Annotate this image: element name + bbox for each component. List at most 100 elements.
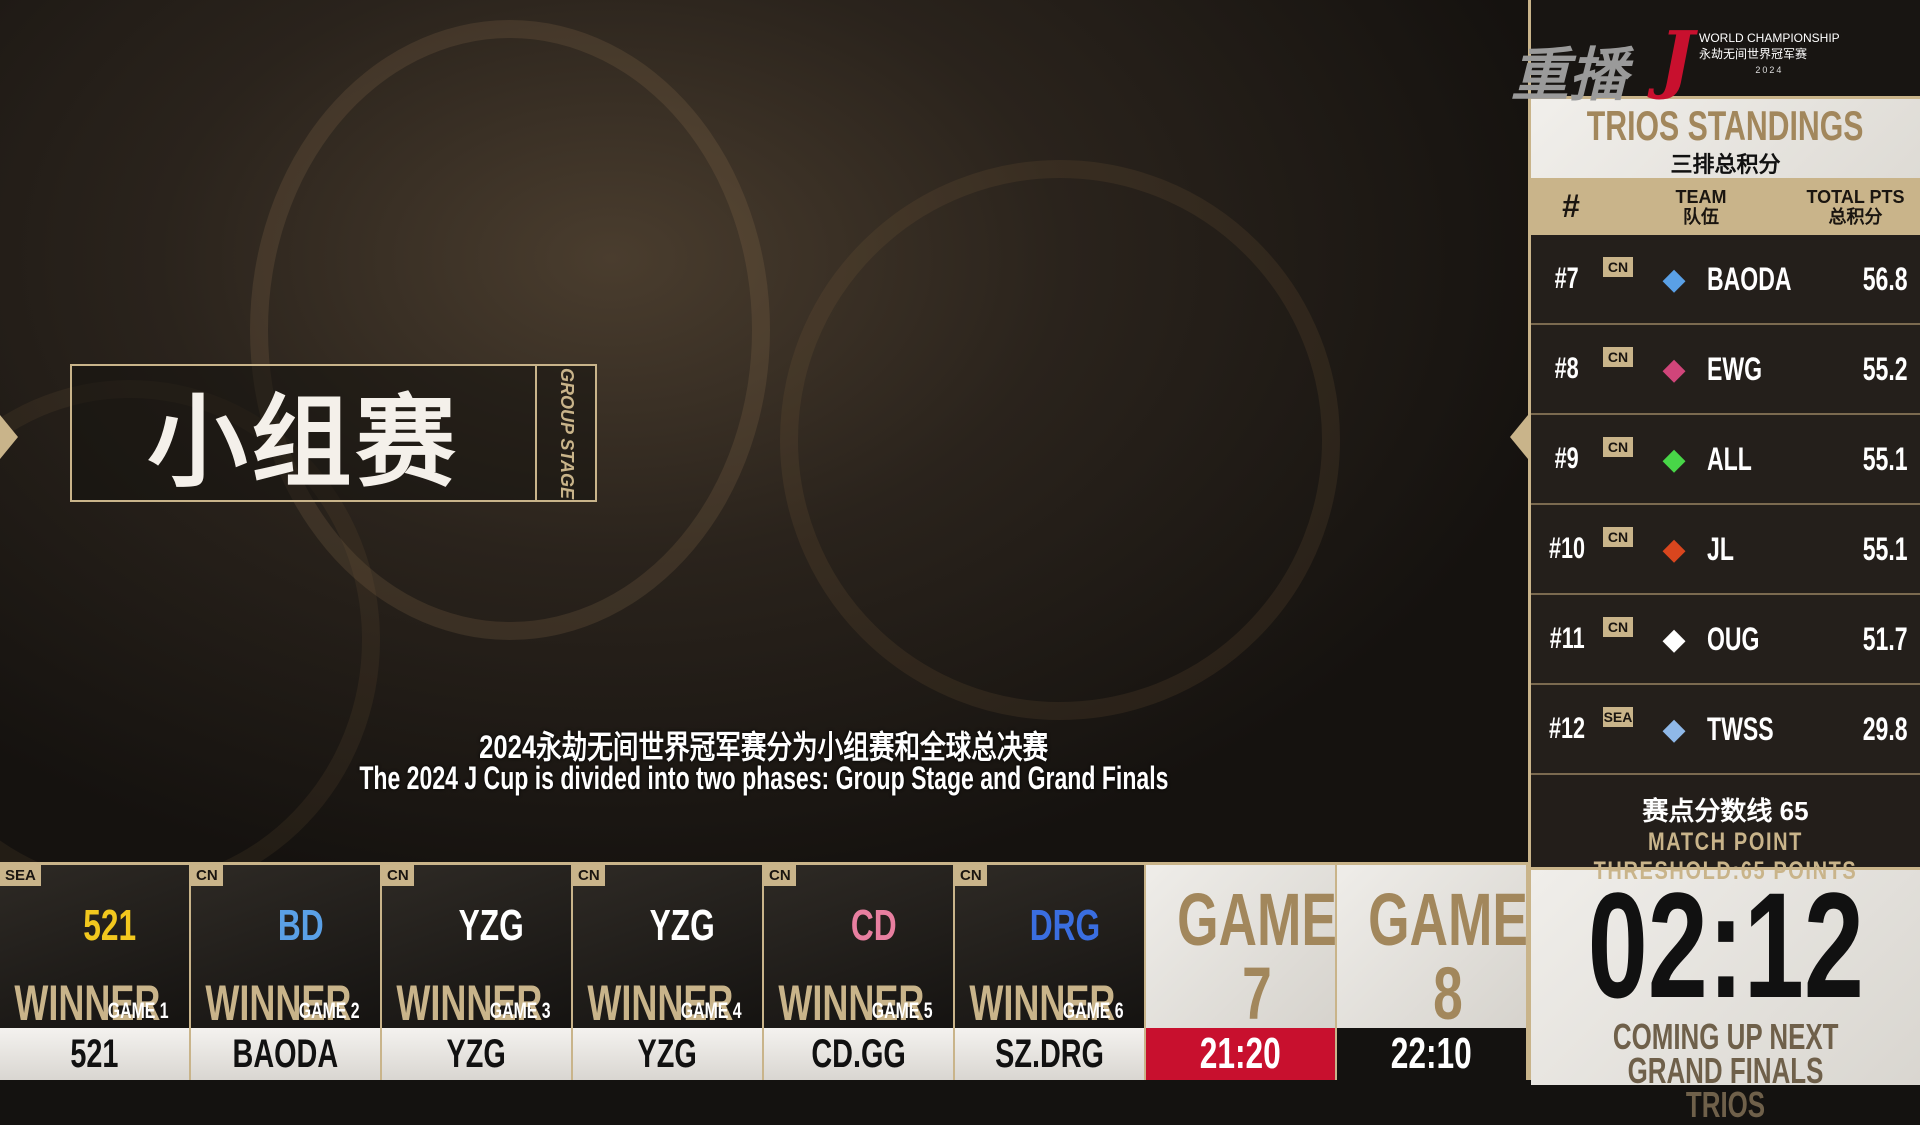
standings-row: #8 CN ◆ EWG 55.2 <box>1531 325 1920 415</box>
countdown-box: 02:12 COMING UP NEXT GRAND FINALS TRIOS <box>1531 861 1920 1123</box>
winner-team: SZ.DRG <box>995 1031 1104 1076</box>
team-points: 29.8 <box>1863 710 1908 747</box>
jcup-logo-icon: J <box>1659 16 1695 102</box>
rank: #10 <box>1548 532 1586 565</box>
team-logo-icon: DRG <box>1029 901 1100 950</box>
standings-header: # TEAM 队伍 TOTAL PTS 总积分 <box>1531 178 1920 235</box>
game-label: GAME 6 <box>1062 998 1124 1023</box>
winner-team: CD.GG <box>811 1031 906 1076</box>
game-label: GAME 3 <box>489 998 551 1023</box>
replay-label: 重播 <box>1511 43 1628 108</box>
team-logo-icon: ◆ <box>1662 622 1686 656</box>
region-badge: CN <box>573 865 605 886</box>
standings-row: #12 SEA ◆ TWSS 29.8 <box>1531 685 1920 775</box>
team-logo-icon: YZG <box>649 901 716 950</box>
col-rank: # <box>1562 188 1580 224</box>
region-badge: CN <box>1603 527 1633 547</box>
team-logo-icon: ◆ <box>1662 352 1686 386</box>
rank: #11 <box>1549 622 1585 655</box>
rank: #12 <box>1548 712 1586 745</box>
region-badge: CN <box>191 865 223 886</box>
team-logo-icon: 521 <box>83 901 136 950</box>
winner-card: CN DRG WINNER GAME 6 SZ.DRG <box>955 865 1146 1080</box>
countdown-timer: 02:12 <box>1587 861 1864 1029</box>
standings-row: #11 CN ◆ OUG 51.7 <box>1531 595 1920 685</box>
title-cn: 三排总积分 <box>1670 152 1781 177</box>
region-badge: CN <box>1603 437 1633 457</box>
start-time: 22:10 <box>1390 1029 1473 1078</box>
left-arrow-icon <box>0 415 18 459</box>
region-badge: CN <box>382 865 414 886</box>
stage-title-en: GROUP STAGE <box>556 367 577 499</box>
standings-row: #10 CN ◆ JL 55.1 <box>1531 505 1920 595</box>
winner-team: YZG <box>637 1031 698 1076</box>
region-badge: SEA <box>0 865 41 886</box>
title-en: TRIOS STANDINGS <box>1587 102 1864 149</box>
next-event: GRAND FINALS TRIOS <box>1627 1050 1824 1125</box>
team-logo-icon: CD <box>850 901 897 950</box>
team-name: TWSS <box>1707 710 1774 747</box>
winner-card: CN BD WINNER GAME 2 BAODA <box>191 865 382 1080</box>
rank: #9 <box>1554 442 1580 475</box>
brand-en: WORLD CHAMPIONSHIP <box>1699 31 1840 45</box>
team-name: JL <box>1707 530 1734 567</box>
standings-row: #7 CN ◆ BAODA 56.8 <box>1531 235 1920 325</box>
game-number: GAME 8 <box>1368 878 1526 1029</box>
stage-title-cn: 小组赛 <box>147 383 460 501</box>
team-name: EWG <box>1707 350 1763 387</box>
threshold-cn: 赛点分数线 65 <box>1642 796 1809 826</box>
subtitle-en: The 2024 J Cup is divided into two phase… <box>359 760 1169 796</box>
col-team-en: TEAM <box>1675 186 1727 207</box>
region-badge: SEA <box>1603 707 1633 727</box>
match-point-threshold: 赛点分数线 65 MATCH POINT THRESHOLD:65 POINTS <box>1531 775 1920 885</box>
schedule-bar: SEA 521 WINNER GAME 1 521 CN BD WINNER G… <box>0 862 1528 1080</box>
upcoming-game: GAME 7 火罗国-星夜 21:20 <box>1146 865 1337 1080</box>
standings-panel: 重播 J WORLD CHAMPIONSHIP 永劫无间世界冠军赛 2024 T… <box>1511 0 1920 1123</box>
team-logo-icon: BD <box>277 901 324 950</box>
region-badge: CN <box>1603 257 1633 277</box>
team-logo-icon: YZG <box>458 901 525 950</box>
rank: #7 <box>1554 262 1580 295</box>
winner-team: BAODA <box>232 1031 339 1076</box>
region-badge: CN <box>764 865 796 886</box>
winner-card: CN CD WINNER GAME 5 CD.GG <box>764 865 955 1080</box>
game-label: GAME 2 <box>298 998 360 1023</box>
group-stage-title: 小组赛 GROUP STAGE <box>70 364 597 502</box>
team-name: OUG <box>1707 620 1760 657</box>
winner-card: CN YZG WINNER GAME 3 YZG <box>382 865 573 1080</box>
standings-row: #9 CN ◆ ALL 55.1 <box>1531 415 1920 505</box>
right-arrow-icon <box>1510 415 1528 459</box>
region-badge: CN <box>955 865 987 886</box>
standings-title: TRIOS STANDINGS 三排总积分 <box>1531 96 1920 178</box>
col-pts-cn: 总积分 <box>1828 206 1883 227</box>
game-label: GAME 1 <box>107 998 169 1023</box>
team-logo-icon: ◆ <box>1662 262 1686 296</box>
team-name: BAODA <box>1707 260 1792 297</box>
team-logo-icon: ◆ <box>1662 712 1686 746</box>
team-logo-icon: ◆ <box>1662 442 1686 476</box>
team-points: 55.1 <box>1863 440 1908 477</box>
brand-header: 重播 J WORLD CHAMPIONSHIP 永劫无间世界冠军赛 2024 <box>1511 0 1920 108</box>
col-pts-en: TOTAL PTS <box>1806 186 1905 207</box>
winner-card: SEA 521 WINNER GAME 1 521 <box>0 865 191 1080</box>
team-points: 55.2 <box>1863 350 1908 387</box>
rank: #8 <box>1554 352 1580 385</box>
winner-team: 521 <box>70 1031 119 1076</box>
game-number: GAME 7 <box>1177 878 1335 1029</box>
col-team-cn: 队伍 <box>1683 206 1719 227</box>
region-badge: CN <box>1603 347 1633 367</box>
team-name: ALL <box>1707 440 1752 477</box>
team-points: 56.8 <box>1863 260 1908 297</box>
team-points: 55.1 <box>1863 530 1908 567</box>
game-label: GAME 4 <box>680 998 742 1023</box>
coming-up-next: COMING UP NEXT <box>1612 1016 1839 1057</box>
start-time: 21:20 <box>1199 1029 1282 1078</box>
brand-cn: 永劫无间世界冠军赛 <box>1699 47 1808 61</box>
winner-team: YZG <box>446 1031 507 1076</box>
region-badge: CN <box>1603 617 1633 637</box>
brand-year: 2024 <box>1755 65 1784 75</box>
team-points: 51.7 <box>1863 620 1908 657</box>
team-logo-icon: ◆ <box>1662 532 1686 566</box>
game-label: GAME 5 <box>871 998 933 1023</box>
upcoming-game: GAME 8 聚窟洲-黄昏 22:10 <box>1337 865 1528 1080</box>
